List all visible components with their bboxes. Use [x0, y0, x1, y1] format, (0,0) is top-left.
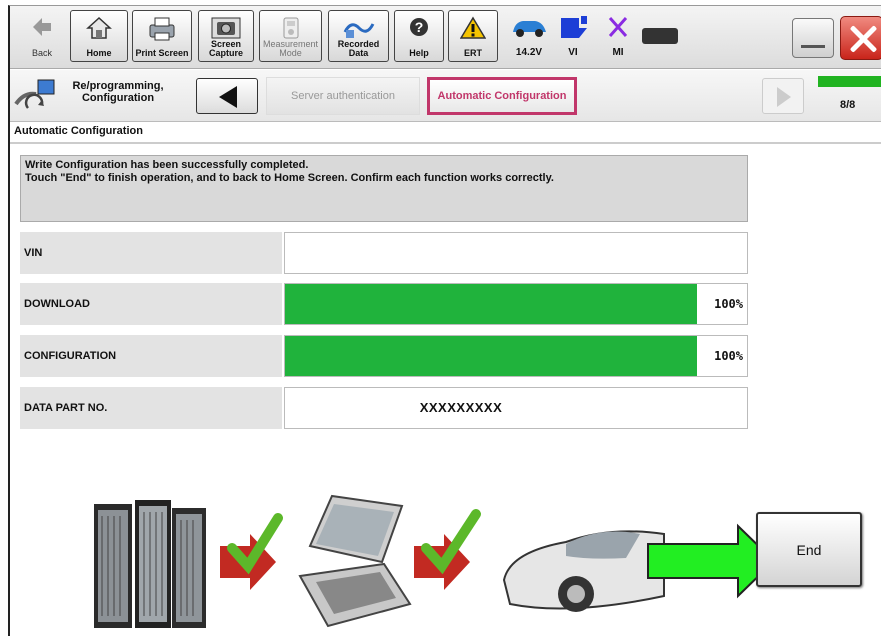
data-part-no-text: XXXXXXXXX — [419, 400, 503, 415]
section-title: Automatic Configuration — [14, 125, 143, 137]
mi-label: MI — [612, 47, 624, 58]
message-line-2: Touch "End" to finish operation, and to … — [25, 172, 554, 184]
process-diagram — [94, 494, 776, 628]
previous-step-button[interactable] — [196, 78, 258, 114]
help-icon: ? — [410, 18, 428, 36]
configuration-row: CONFIGURATION 100% — [20, 335, 748, 377]
vi-status: VI — [555, 14, 591, 58]
step-server-authentication[interactable]: Server authentication — [266, 77, 420, 115]
vi-label: VI — [568, 47, 578, 58]
server-icon — [94, 500, 206, 628]
step-automatic-configuration[interactable]: Automatic Configuration — [427, 77, 577, 115]
laptop-icon — [298, 494, 412, 628]
minimize-button[interactable] — [792, 18, 834, 58]
recorded-data-label: Recorded Data — [337, 39, 380, 58]
print-screen-button[interactable]: Print Screen — [132, 10, 192, 62]
step-count: 8/8 — [840, 99, 856, 111]
home-icon — [86, 16, 112, 39]
download-progress: 100% — [284, 283, 748, 325]
configuration-percent: 100% — [714, 349, 743, 363]
next-step-button[interactable] — [762, 78, 804, 114]
data-part-no-value: XXXXXXXXX — [284, 387, 748, 429]
end-button[interactable]: End — [756, 512, 862, 587]
home-label: Home — [86, 48, 112, 58]
message-line-1: Write Configuration has been successfull… — [25, 159, 309, 171]
printer-icon — [149, 17, 175, 41]
toolbar: Back Home Print Screen Screen Capture Me… — [10, 6, 881, 69]
breadcrumb-title: Re/programming, Configuration — [72, 80, 164, 104]
svg-text:?: ? — [415, 19, 424, 35]
checkmark-icon — [421, 509, 481, 575]
print-screen-label: Print Screen — [135, 48, 189, 58]
home-button[interactable]: Home — [70, 10, 128, 62]
breadcrumb: Re/programming, Configuration Server aut… — [10, 70, 881, 122]
download-label: DOWNLOAD — [20, 283, 282, 325]
measurement-mode-label: Measurement Mode — [262, 39, 319, 58]
camera-icon — [211, 17, 241, 39]
reprogramming-icon — [14, 79, 55, 109]
download-row: DOWNLOAD 100% — [20, 283, 748, 325]
mi-icon — [608, 17, 628, 37]
voltage-label: 14.2V — [515, 47, 543, 58]
back-button[interactable]: Back — [22, 12, 62, 62]
data-part-no-row: DATA PART NO. XXXXXXXXX — [20, 387, 748, 429]
data-part-no-label: DATA PART NO. — [20, 387, 282, 429]
recorded-data-icon — [343, 23, 374, 38]
help-button[interactable]: ? Help — [394, 10, 444, 62]
screen-capture-label: Screen Capture — [208, 39, 243, 58]
app-window: Back Home Print Screen Screen Capture Me… — [8, 5, 881, 636]
download-percent: 100% — [714, 297, 743, 311]
section-divider — [10, 142, 881, 144]
ert-label: ERT — [464, 48, 482, 58]
configuration-progress: 100% — [284, 335, 748, 377]
ert-button[interactable]: ERT — [448, 10, 498, 62]
mi-status: MI — [600, 14, 636, 58]
vi-icon — [561, 16, 587, 38]
warning-icon — [460, 16, 486, 39]
back-icon — [33, 18, 51, 36]
help-label: Help — [409, 48, 429, 58]
vin-value — [284, 232, 748, 274]
vin-row: VIN — [20, 232, 748, 274]
measurement-mode-button[interactable]: Measurement Mode — [259, 10, 322, 62]
back-label: Back — [31, 48, 52, 58]
configuration-progress-bar — [285, 336, 697, 376]
vin-label: VIN — [20, 232, 282, 274]
connection-indicator — [642, 28, 678, 44]
car-icon — [502, 530, 665, 612]
step-progress-bar — [818, 76, 881, 87]
message-box: Write Configuration has been successfull… — [20, 155, 748, 222]
battery-voltage-status: 14.2V — [506, 14, 552, 58]
download-progress-bar — [285, 284, 697, 324]
configuration-label: CONFIGURATION — [20, 335, 282, 377]
screen-capture-button[interactable]: Screen Capture — [198, 10, 254, 62]
car-battery-icon — [513, 21, 546, 37]
measurement-icon — [283, 17, 298, 39]
close-button[interactable] — [840, 16, 881, 60]
recorded-data-button[interactable]: Recorded Data — [328, 10, 389, 62]
